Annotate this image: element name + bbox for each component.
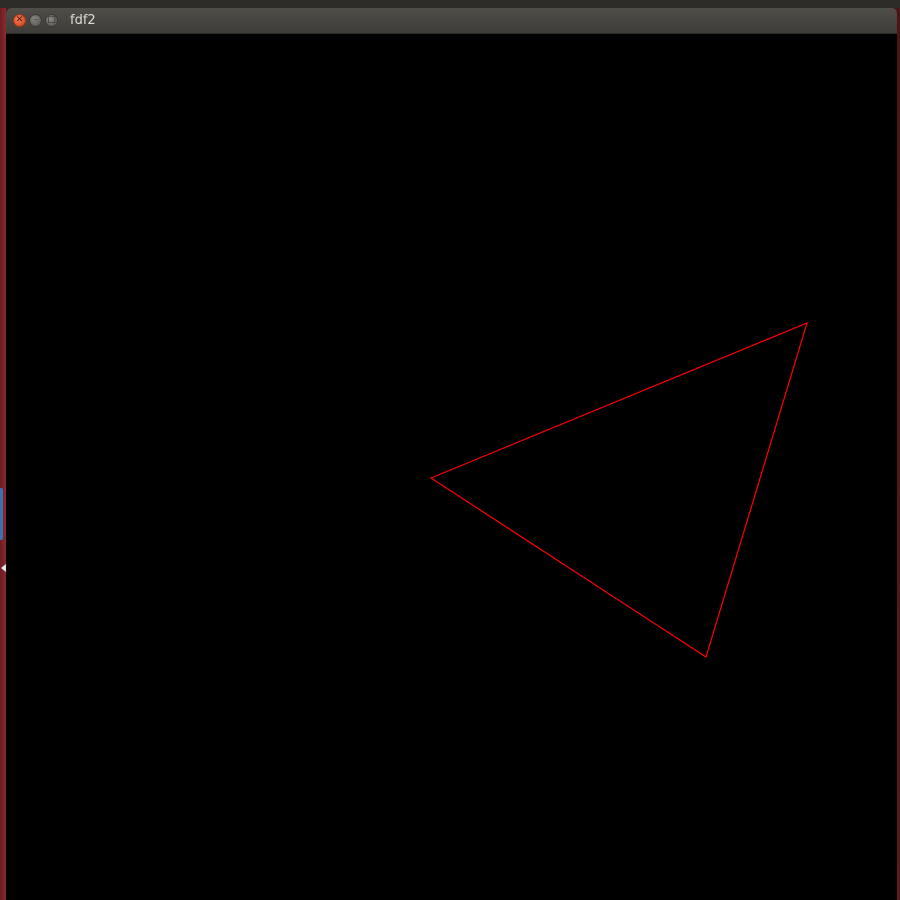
drawing-canvas[interactable] [6,34,897,900]
maximize-icon: □ [47,15,56,25]
window-controls: ✕ – □ [13,14,58,27]
maximize-button[interactable]: □ [45,14,58,27]
wireframe-triangle [429,321,808,658]
minimize-icon: – [33,15,38,25]
desktop: ✕ – □ fdf2 [0,0,900,900]
app-window: ✕ – □ fdf2 [6,8,897,900]
launcher-active-tab[interactable] [0,488,3,540]
wireframe-svg [429,321,808,658]
minimize-button[interactable]: – [29,14,42,27]
window-title: fdf2 [70,13,96,28]
window-titlebar[interactable]: ✕ – □ fdf2 [6,8,897,34]
close-icon: ✕ [15,15,24,25]
close-button[interactable]: ✕ [13,14,26,27]
